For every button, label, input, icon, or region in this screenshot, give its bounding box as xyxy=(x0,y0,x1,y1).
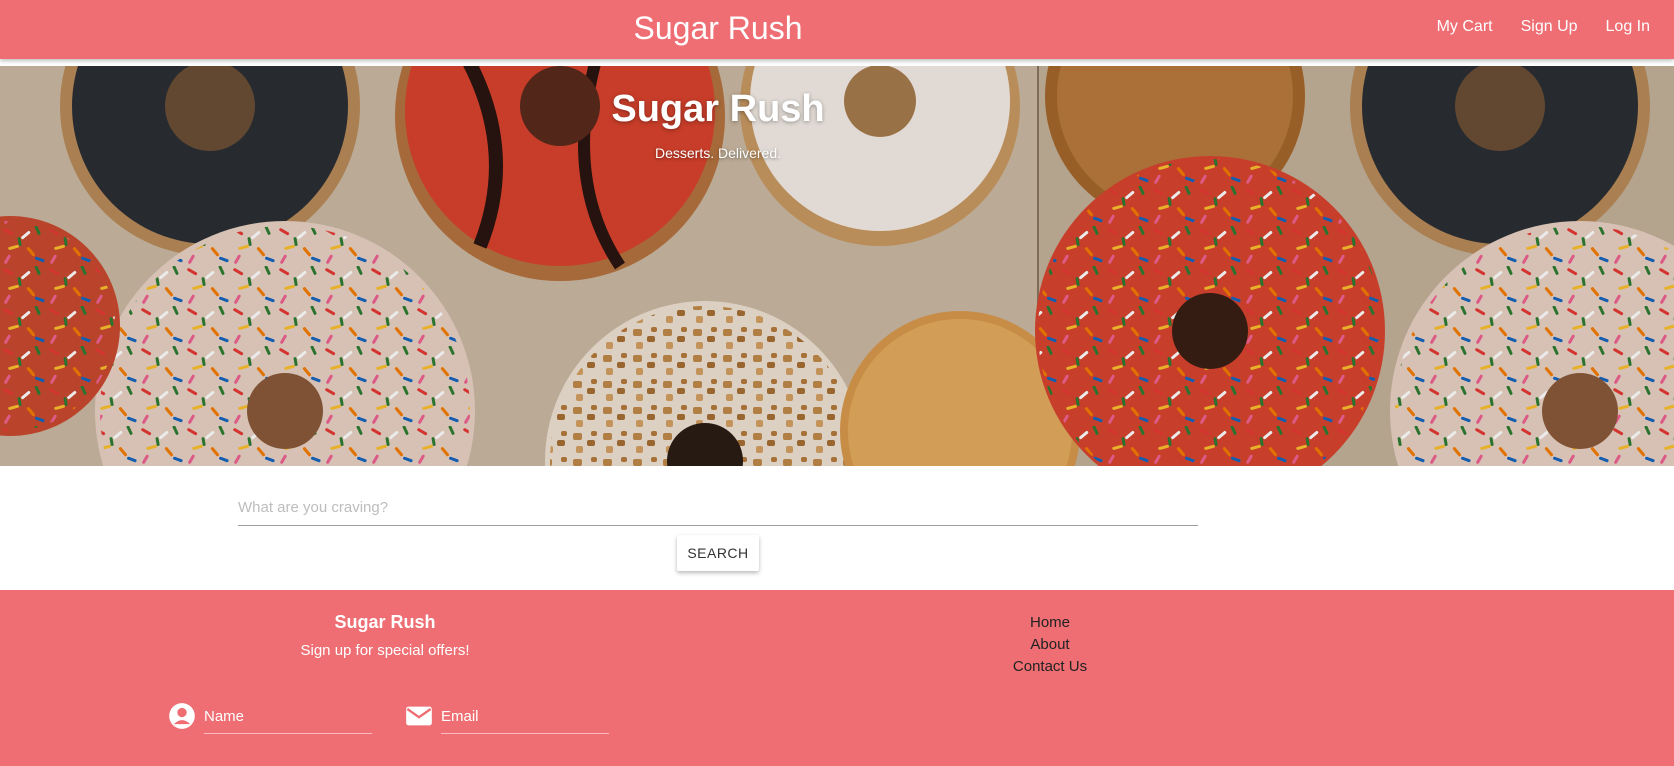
nav-links: My Cart Sign Up Log In xyxy=(1423,0,1664,56)
email-field-group xyxy=(405,700,640,738)
account-circle-icon xyxy=(169,703,195,729)
footer-links: Home About Contact Us xyxy=(950,612,1150,678)
name-field-group xyxy=(168,700,403,738)
email-icon xyxy=(406,706,432,726)
nav-my-cart[interactable]: My Cart xyxy=(1423,0,1507,56)
footer: Sugar Rush Sign up for special offers! H… xyxy=(0,590,1674,766)
nav-sign-up[interactable]: Sign Up xyxy=(1507,0,1592,56)
footer-link-home[interactable]: Home xyxy=(950,612,1150,634)
search-button[interactable]: SEARCH xyxy=(677,535,759,571)
hero-title: Sugar Rush xyxy=(611,88,825,130)
search-input[interactable] xyxy=(238,490,1198,526)
hero-subtitle: Desserts. Delivered. xyxy=(654,145,782,161)
name-input[interactable] xyxy=(204,700,372,734)
brand-logo[interactable]: Sugar Rush xyxy=(0,0,1436,56)
nav-log-in[interactable]: Log In xyxy=(1592,0,1664,56)
email-input[interactable] xyxy=(441,700,609,734)
footer-brand: Sugar Rush xyxy=(334,612,436,632)
hero-banner: Sugar Rush Desserts. Delivered. xyxy=(0,66,1674,466)
footer-tagline: Sign up for special offers! xyxy=(300,642,470,659)
footer-link-contact[interactable]: Contact Us xyxy=(950,656,1150,678)
navbar: Sugar Rush My Cart Sign Up Log In xyxy=(0,0,1674,59)
footer-link-about[interactable]: About xyxy=(950,634,1150,656)
